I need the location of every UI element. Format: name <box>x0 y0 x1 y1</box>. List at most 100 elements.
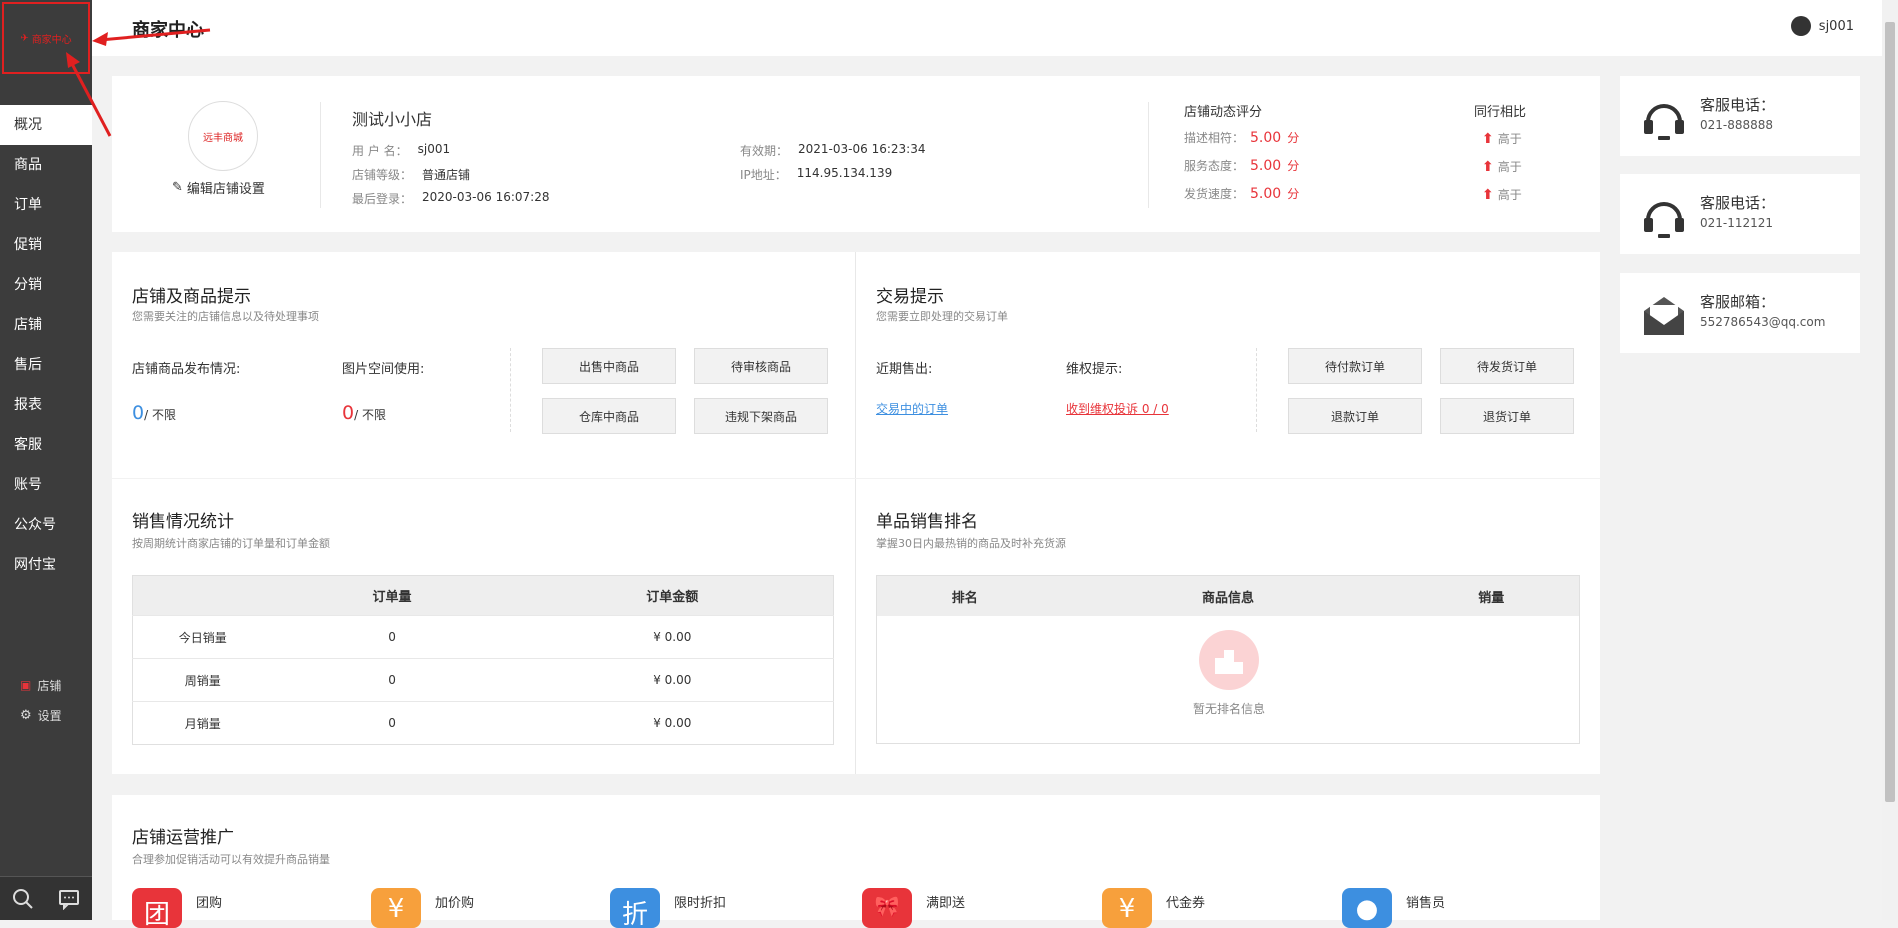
on-sale-goods-button[interactable]: 出售中商品 <box>542 348 676 384</box>
avatar <box>1790 16 1811 36</box>
scrollbar-thumb[interactable] <box>1885 22 1895 802</box>
score-row: 服务态度： 5.00 分 <box>1184 157 1300 174</box>
ip-row: IP地址： 114.95.134.139 <box>740 166 893 182</box>
sidebar-item-after-sales[interactable]: 售后 <box>0 345 92 385</box>
logo-text: 商家中心 <box>31 34 72 46</box>
shop-tips-title: 店铺及商品提示 <box>132 287 251 307</box>
contact-value: 552786543@qq.com <box>1700 315 1826 329</box>
sidebar-item-overview[interactable]: 概况 <box>0 105 92 145</box>
promotion-title: 店铺运营推广 <box>132 828 234 848</box>
column-header: 商品信息 <box>1201 590 1254 606</box>
promo-limited-discount[interactable]: 折限时折扣 <box>610 888 726 928</box>
arrow-up-icon: ⬆ <box>1482 158 1494 175</box>
sidebar-item-promotion[interactable]: 促销 <box>0 225 92 265</box>
chat-icon[interactable] <box>58 888 80 910</box>
sales-stats-title: 销售情况统计 <box>132 512 234 532</box>
contact-value: 021-112121 <box>1700 216 1774 230</box>
edit-shop-settings-link[interactable]: ✎ 编辑店铺设置 <box>172 178 265 197</box>
logo[interactable]: ✈ 商家中心 <box>2 2 90 74</box>
username: sj001 <box>1818 18 1854 34</box>
order-count: 0 <box>272 658 512 702</box>
contact-label: 客服电话： <box>1700 194 1776 212</box>
space-label: 图片空间使用: <box>342 362 425 377</box>
promo-add-price[interactable]: ¥ 加价购 <box>371 888 474 928</box>
empty-podium-icon <box>1199 630 1259 690</box>
peer-compare: ⬆ 高于 <box>1482 130 1522 147</box>
trade-tips-subtitle: 您需要立即处理的交易订单 <box>876 310 1008 323</box>
refund-orders-button[interactable]: 退款订单 <box>1288 398 1422 434</box>
store-link[interactable]: ▣ 店铺 <box>0 670 92 700</box>
ranking-table: 排名 商品信息 销量 暂无排名信息 <box>876 575 1580 744</box>
row-label: 今日销量 <box>132 615 273 659</box>
voucher-icon: ¥ <box>1102 888 1152 928</box>
score-row: 描述相符： 5.00 分 <box>1184 129 1300 146</box>
empty-ranking-text: 暂无排名信息 <box>1192 702 1265 716</box>
valid-row: 有效期： 2021-03-06 16:23:34 <box>740 142 926 158</box>
publish-count: 0/ 不限 <box>132 402 176 424</box>
sidebar-item-orders[interactable]: 订单 <box>0 185 92 225</box>
publish-label: 店铺商品发布情况: <box>132 362 241 377</box>
arrow-up-icon: ⬆ <box>1482 186 1494 203</box>
shop-name: 测试小小店 <box>352 110 433 129</box>
sidebar-item-goods[interactable]: 商品 <box>0 145 92 185</box>
arrow-up-icon: ⬆ <box>1482 130 1494 147</box>
sidebar-item-customer-service[interactable]: 客服 <box>0 425 92 465</box>
complaints-link[interactable]: 收到维权投诉 0 / 0 <box>1066 400 1169 417</box>
table-header-row: 排名 商品信息 销量 <box>877 576 1579 616</box>
sidebar-item-store[interactable]: 店铺 <box>0 305 92 345</box>
promo-group-buy[interactable]: 团团购 <box>132 888 222 928</box>
contact-value: 021-888888 <box>1700 118 1774 132</box>
return-orders-button[interactable]: 退货订单 <box>1440 398 1574 434</box>
sidebar-item-official-account[interactable]: 公众号 <box>0 505 92 545</box>
divider <box>1148 102 1149 208</box>
table-row: 周销量 0 ¥ 0.00 <box>132 658 834 702</box>
peer-compare: ⬆ 高于 <box>1482 158 1522 175</box>
divider <box>855 252 856 478</box>
column-header: 销量 <box>1478 590 1505 606</box>
warehouse-goods-button[interactable]: 仓库中商品 <box>542 398 676 434</box>
search-icon[interactable] <box>12 888 34 910</box>
sidebar-item-reports[interactable]: 报表 <box>0 385 92 425</box>
pending-review-goods-button[interactable]: 待审核商品 <box>694 348 828 384</box>
page-scrollbar[interactable] <box>1882 0 1898 920</box>
order-amount: ¥ 0.00 <box>511 658 834 702</box>
contact-label: 客服邮箱： <box>1700 293 1776 311</box>
pending-shipment-orders-button[interactable]: 待发货订单 <box>1440 348 1574 384</box>
shop-info-card: 远丰商城 ✎ 编辑店铺设置 测试小小店 用 户 名： sj001 店铺等级： 普通店铺… <box>112 76 1600 232</box>
column-header: 订单量 <box>272 575 512 616</box>
envelope-icon <box>1644 297 1684 335</box>
score-row: 发货速度： 5.00 分 <box>1184 185 1300 202</box>
score-title: 店铺动态评分 <box>1184 105 1263 120</box>
divider <box>320 102 321 208</box>
shop-logo: 远丰商城 <box>188 101 258 171</box>
order-amount: ¥ 0.00 <box>511 615 834 659</box>
order-count: 0 <box>272 615 512 659</box>
sales-stats-table: 订单量 订单金额 今日销量 0 ¥ 0.00 周销量 0 ¥ 0.00 月销量 … <box>132 575 834 745</box>
user-menu[interactable]: sj001 <box>1790 16 1854 36</box>
promo-full-gift[interactable]: 🎀 满即送 <box>862 888 965 928</box>
promo-voucher[interactable]: ¥ 代金券 <box>1102 888 1205 928</box>
sidebar-item-wangfubao[interactable]: 网付宝 <box>0 545 92 585</box>
promo-salesperson[interactable]: ● 销售员 <box>1342 888 1445 928</box>
sidebar-bottom-bar <box>0 876 92 920</box>
column-header: 订单金额 <box>511 575 834 616</box>
space-count: 0/ 不限 <box>342 402 386 424</box>
violation-goods-button[interactable]: 违规下架商品 <box>694 398 828 434</box>
sidebar-item-account[interactable]: 账号 <box>0 465 92 505</box>
trade-tips-title: 交易提示 <box>876 287 944 307</box>
row-label: 月销量 <box>132 701 273 745</box>
sidebar-item-distribution[interactable]: 分销 <box>0 265 92 305</box>
peer-title: 同行相比 <box>1474 105 1527 120</box>
order-count: 0 <box>272 701 512 745</box>
settings-link[interactable]: ⚙ 设置 <box>0 700 92 730</box>
headset-icon <box>1644 104 1684 140</box>
group-buy-icon: 团 <box>132 888 182 928</box>
service-phone-card: 客服电话： 021-888888 <box>1620 76 1860 156</box>
sidebar-links: ▣ 店铺 ⚙ 设置 <box>0 670 92 730</box>
table-row: 今日销量 0 ¥ 0.00 <box>132 615 834 659</box>
level-row: 店铺等级： 普通店铺 <box>352 168 471 182</box>
column-header <box>132 575 273 616</box>
trading-orders-link[interactable]: 交易中的订单 <box>876 400 948 417</box>
page-title: 商家中心 <box>132 20 204 41</box>
pending-payment-orders-button[interactable]: 待付款订单 <box>1288 348 1422 384</box>
